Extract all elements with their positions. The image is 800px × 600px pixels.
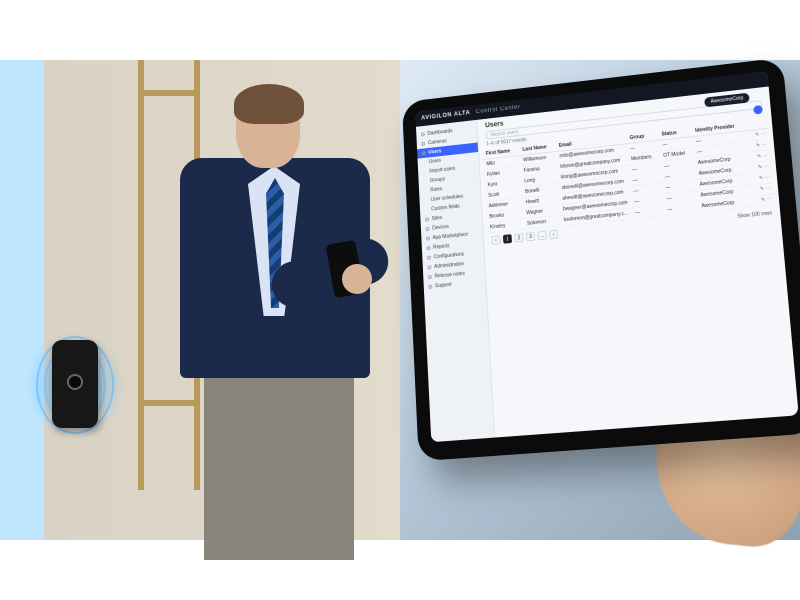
door-reader-led — [67, 374, 83, 390]
person-with-phone — [140, 80, 400, 540]
page-…[interactable]: … — [537, 231, 546, 241]
photo-tablet-in-hand: AVIGILON ALTA Control Center AwesomeCorp… — [400, 60, 800, 540]
page-3[interactable]: 3 — [526, 232, 535, 242]
tablet-device: AVIGILON ALTA Control Center AwesomeCorp… — [402, 58, 800, 462]
brand-sub: Control Center — [476, 104, 521, 115]
photo-access-door — [0, 60, 400, 540]
page-‹[interactable]: ‹ — [491, 235, 500, 245]
page-1[interactable]: 1 — [503, 234, 512, 244]
tablet-screen: AVIGILON ALTA Control Center AwesomeCorp… — [415, 71, 798, 442]
search-placeholder: Search users — [490, 129, 518, 138]
page-2[interactable]: 2 — [514, 233, 523, 243]
rows-per-page[interactable]: Show 100 rows — [729, 206, 781, 223]
page-›[interactable]: › — [549, 230, 558, 240]
page-title: Users — [485, 121, 504, 130]
brand-name: AVIGILON ALTA — [421, 110, 470, 121]
